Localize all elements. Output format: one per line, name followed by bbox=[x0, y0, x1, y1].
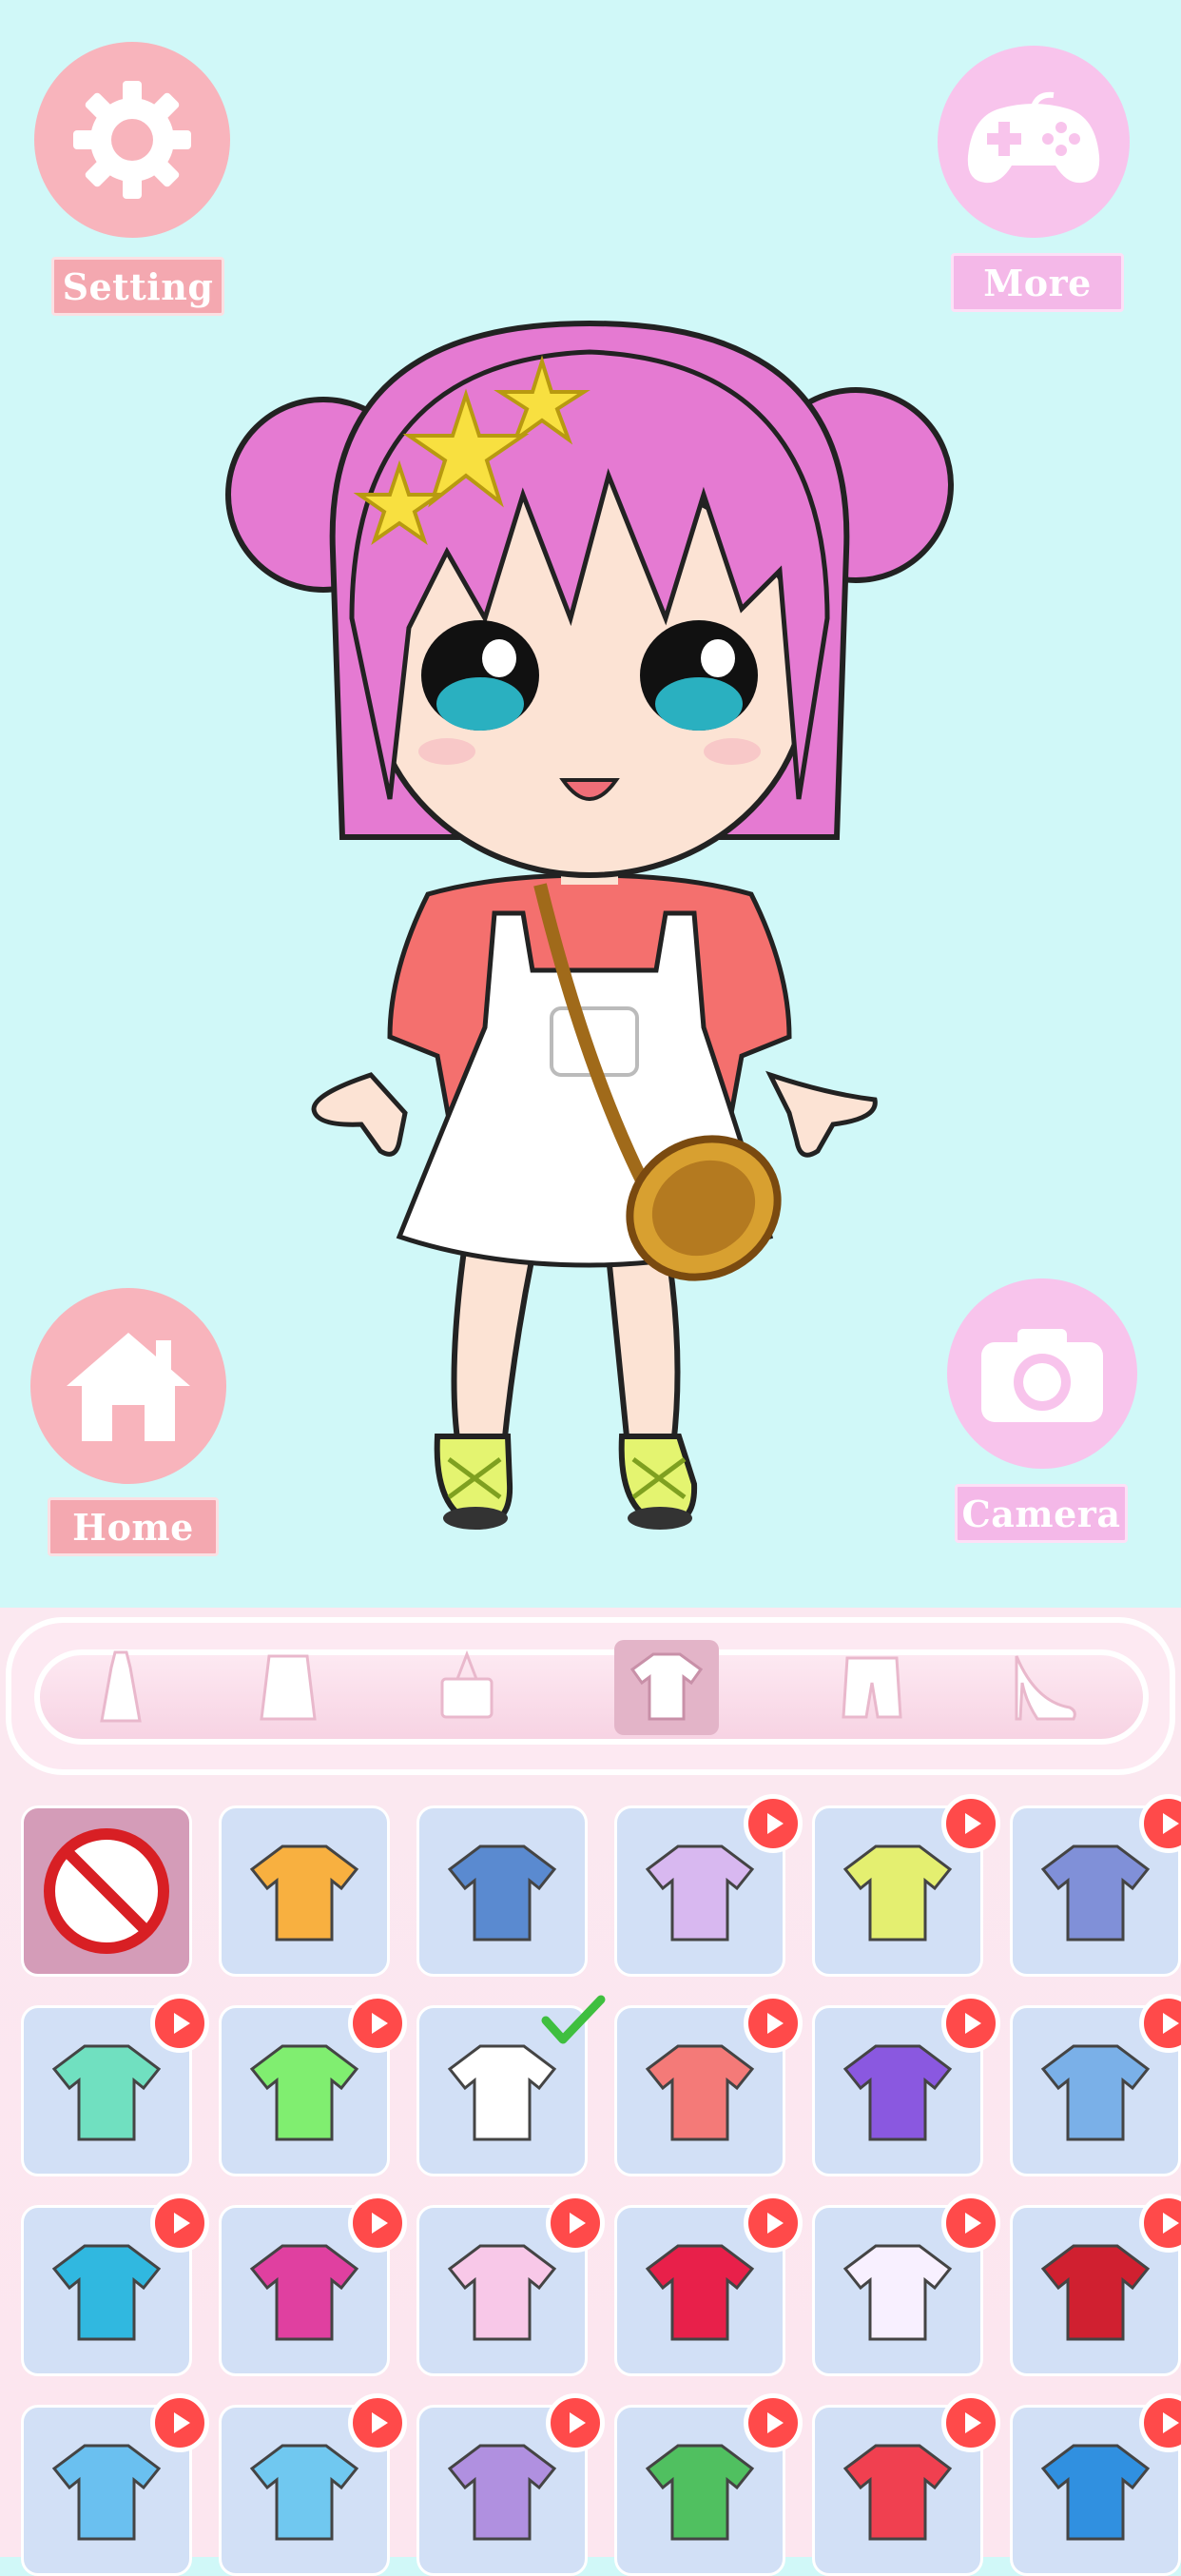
pink-overall-icon bbox=[447, 2244, 557, 2341]
tab-skirt[interactable] bbox=[236, 1640, 340, 1735]
more-label: More bbox=[951, 253, 1124, 312]
sailor-dress-icon bbox=[1040, 1844, 1151, 1942]
tab-dress[interactable] bbox=[68, 1640, 173, 1735]
home-icon bbox=[67, 1333, 190, 1441]
green-cat-sweater-icon bbox=[249, 2044, 359, 2141]
setting-button[interactable] bbox=[34, 42, 230, 238]
none-icon bbox=[44, 1828, 169, 1954]
play-icon bbox=[767, 2013, 784, 2034]
dress-icon bbox=[100, 1650, 142, 1723]
gear-icon bbox=[73, 81, 191, 199]
play-icon bbox=[1163, 1813, 1179, 1834]
high-heel-icon bbox=[1015, 1655, 1076, 1721]
play-icon bbox=[767, 1813, 784, 1834]
magenta-sailor-dress-icon bbox=[249, 2244, 359, 2341]
watch-ad-unlock-button[interactable] bbox=[150, 2393, 209, 2452]
denim-jacket-icon bbox=[447, 1844, 557, 1942]
play-icon bbox=[1163, 2412, 1179, 2433]
item-slot[interactable] bbox=[21, 1805, 192, 1977]
camera-icon bbox=[981, 1329, 1103, 1422]
watch-ad-unlock-button[interactable] bbox=[744, 1994, 803, 2053]
play-icon bbox=[372, 2013, 388, 2034]
play-icon bbox=[965, 1813, 981, 1834]
purple-coat-icon bbox=[447, 2444, 557, 2541]
setting-label: Setting bbox=[51, 257, 224, 316]
play-icon bbox=[174, 2013, 190, 2034]
play-icon bbox=[767, 2213, 784, 2234]
play-icon bbox=[570, 2412, 586, 2433]
play-icon bbox=[174, 2412, 190, 2433]
gamepad-icon bbox=[967, 91, 1100, 184]
blue-vest-shirt-icon bbox=[1040, 2044, 1151, 2141]
equipped-check-icon bbox=[540, 1992, 607, 2053]
watch-ad-unlock-button[interactable] bbox=[546, 2194, 605, 2253]
blue-maid-dress-icon bbox=[51, 2244, 162, 2341]
tab-high-heel[interactable] bbox=[993, 1640, 1097, 1735]
play-icon bbox=[1163, 2013, 1179, 2034]
camera-button[interactable] bbox=[947, 1278, 1137, 1469]
watch-ad-unlock-button[interactable] bbox=[150, 1994, 209, 2053]
item-slot[interactable] bbox=[219, 1805, 390, 1977]
blue-coat-icon bbox=[51, 2444, 162, 2541]
mint-jacket-icon bbox=[51, 2044, 162, 2141]
category-tab-bar bbox=[6, 1617, 1175, 1775]
skirt-icon bbox=[260, 1654, 317, 1721]
red-frill-dress-icon bbox=[645, 2244, 755, 2341]
watch-ad-unlock-button[interactable] bbox=[546, 2393, 605, 2452]
watch-ad-unlock-button[interactable] bbox=[744, 1794, 803, 1853]
watch-ad-unlock-button[interactable] bbox=[150, 2194, 209, 2253]
play-icon bbox=[965, 2213, 981, 2234]
shirt-icon bbox=[629, 1652, 704, 1721]
purple-hoodie-icon bbox=[842, 2044, 953, 2141]
watch-ad-unlock-button[interactable] bbox=[348, 2393, 407, 2452]
coral-cat-sweater-icon bbox=[645, 2044, 755, 2141]
lilac-bow-blouse-icon bbox=[645, 1844, 755, 1942]
play-icon bbox=[767, 2412, 784, 2433]
watch-ad-unlock-button[interactable] bbox=[941, 2393, 1000, 2452]
shorts-icon bbox=[842, 1656, 902, 1719]
play-icon bbox=[965, 2412, 981, 2433]
chibi-character bbox=[225, 320, 954, 1530]
dress-up-stage: Setting More Home Camera bbox=[0, 0, 1181, 1608]
play-icon bbox=[174, 2213, 190, 2234]
play-icon bbox=[372, 2412, 388, 2433]
play-icon bbox=[372, 2213, 388, 2234]
tab-shirt[interactable] bbox=[614, 1640, 719, 1735]
camera-label: Camera bbox=[955, 1484, 1128, 1543]
wardrobe-panel bbox=[0, 1608, 1181, 2576]
magical-girl-dress-icon bbox=[842, 2244, 953, 2341]
tab-shorts[interactable] bbox=[820, 1640, 924, 1735]
red-tutu-dress-icon bbox=[1040, 2244, 1151, 2341]
tab-bag[interactable] bbox=[415, 1640, 519, 1735]
blue-leaf-sweater-icon bbox=[1040, 2444, 1151, 2541]
item-slot[interactable] bbox=[416, 1805, 588, 1977]
play-icon bbox=[965, 2013, 981, 2034]
watch-ad-unlock-button[interactable] bbox=[348, 2194, 407, 2253]
bag-icon bbox=[440, 1649, 494, 1719]
watch-ad-unlock-button[interactable] bbox=[348, 1994, 407, 2053]
green-vest-icon bbox=[645, 2444, 755, 2541]
play-icon bbox=[570, 2213, 586, 2234]
watch-ad-unlock-button[interactable] bbox=[744, 2194, 803, 2253]
watch-ad-unlock-button[interactable] bbox=[941, 2194, 1000, 2253]
watch-ad-unlock-button[interactable] bbox=[744, 2393, 803, 2452]
play-icon bbox=[1163, 2213, 1179, 2234]
orange-jacket-shirt-icon bbox=[249, 1844, 359, 1942]
more-games-button[interactable] bbox=[938, 46, 1130, 238]
home-label: Home bbox=[48, 1497, 219, 1556]
blue-pocket-shirt-icon bbox=[249, 2444, 359, 2541]
home-button[interactable] bbox=[30, 1288, 226, 1484]
watch-ad-unlock-button[interactable] bbox=[941, 1794, 1000, 1853]
yellow-collar-dress-icon bbox=[842, 1844, 953, 1942]
watch-ad-unlock-button[interactable] bbox=[941, 1994, 1000, 2053]
red-zzz-top-icon bbox=[842, 2444, 953, 2541]
